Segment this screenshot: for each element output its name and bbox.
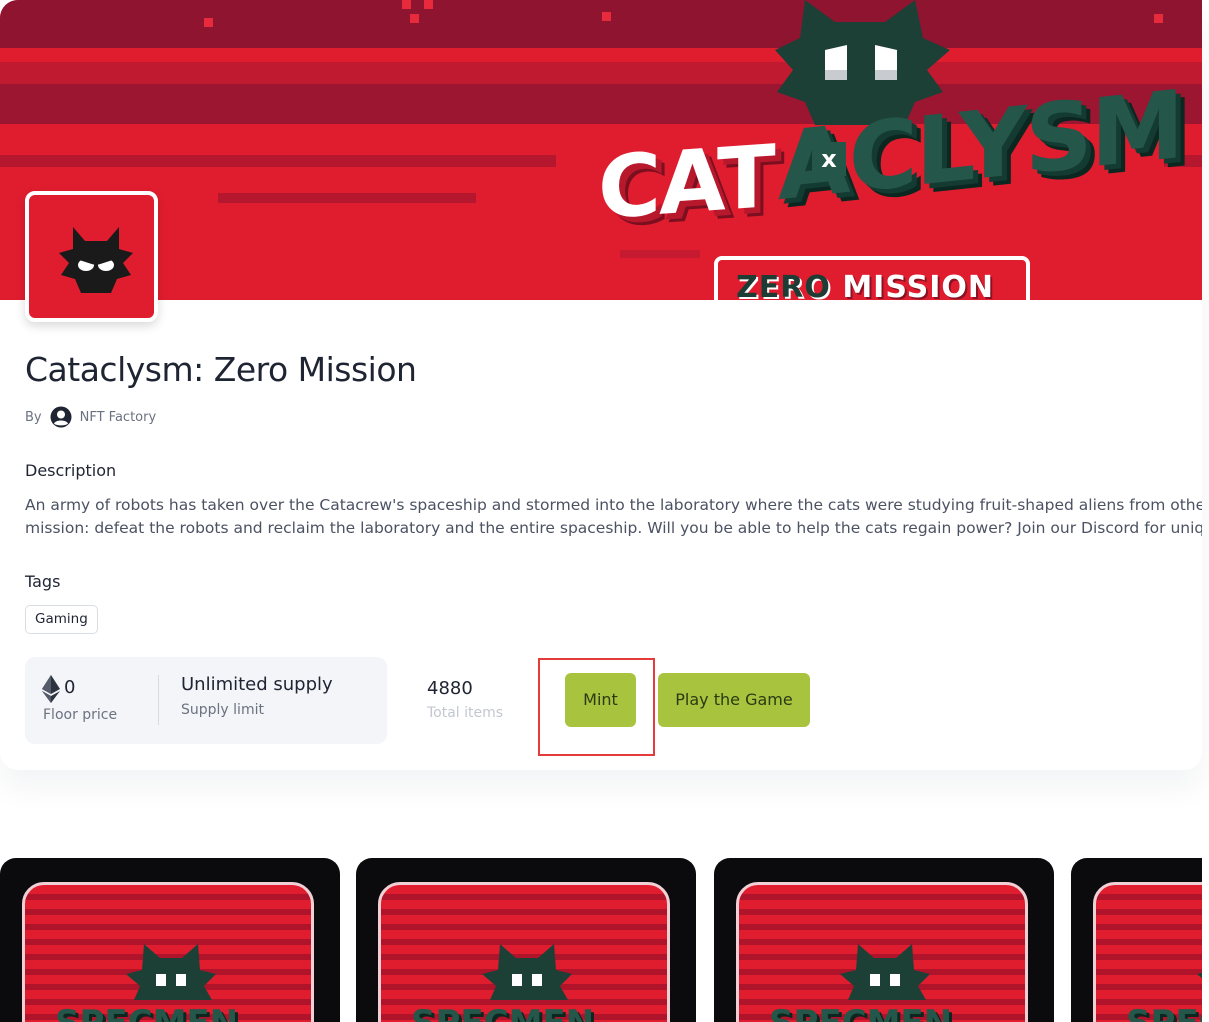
cat-mascot-icon [59,227,133,293]
mint-button[interactable]: Mint [565,673,636,727]
banner-pixel [424,0,433,9]
zero-mission-word2: MISSION [842,270,994,300]
play-game-button[interactable]: Play the Game [658,673,810,727]
nft-thumbnail-grid: SPECMEN SPECMEN SPECMEN [0,858,1202,1022]
supply-value: Unlimited supply [181,674,333,695]
total-items-label: Total items [427,705,504,721]
nft-thumbnail-image: SPECMEN [1093,882,1202,1022]
nft-thumbnail[interactable]: SPECMEN [0,858,340,1022]
page-title: Cataclysm: Zero Mission [25,350,417,389]
creator-link[interactable]: NFT Factory [80,410,157,425]
description-line: mission: defeat the robots and reclaim t… [25,519,1202,537]
banner-pixel [204,18,213,27]
nft-thumbnail[interactable]: SPECMEN [1071,858,1202,1022]
collection-logo: CAT ACLYSM x [598,71,1182,240]
banner-pixel [1154,14,1163,23]
nft-thumbnail[interactable]: SPECMEN [714,858,1054,1022]
by-label: By [25,409,42,425]
zero-mission-word1: ZERO [736,270,831,300]
banner-band [0,48,1202,62]
collection-banner: CAT ACLYSM x ZERO MISSION [0,0,1202,300]
nft-thumbnail-label: SPECMEN [55,1003,238,1022]
ethereum-icon [42,675,60,703]
floor-price-label: Floor price [43,707,118,723]
banner-pixel [602,12,611,21]
stats-divider [158,675,159,725]
nft-thumbnail[interactable]: SPECMEN [356,858,696,1022]
nft-thumbnail-image: SPECMEN [736,882,1028,1022]
logo-cat-text: CAT [598,126,774,240]
description-line: An army of robots has taken over the Cat… [25,496,1202,514]
banner-stripe [218,193,476,203]
cat-mascot-icon [126,944,216,1000]
cat-mascot-icon [840,944,930,1000]
tags-heading: Tags [25,572,61,591]
collection-avatar [25,191,158,322]
cat-mascot-icon [1197,972,1202,979]
nft-thumbnail-image: SPECMEN [22,882,314,1022]
cat-mascot-icon [482,944,572,1000]
logo-x-mark: x [812,142,846,176]
zero-mission-badge: ZERO MISSION [714,256,1030,300]
user-circle-icon[interactable] [50,406,72,428]
banner-band [0,62,1202,84]
tag-gaming[interactable]: Gaming [25,605,98,634]
description-heading: Description [25,461,117,480]
collection-card: CAT ACLYSM x ZERO MISSION Cataclysm: Zer… [0,0,1202,770]
floor-price-value: 0 [64,677,76,698]
creator-byline: By NFT Factory [25,406,156,428]
banner-pixel [402,0,411,9]
supply-label: Supply limit [181,702,264,718]
nft-thumbnail-label: SPECMEN [1126,1003,1202,1022]
nft-thumbnail-label: SPECMEN [411,1003,594,1022]
banner-stripe [0,155,556,167]
nft-thumbnail-image: SPECMEN [378,882,670,1022]
nft-thumbnail-label: SPECMEN [769,1003,952,1022]
banner-stripe [620,250,700,258]
banner-band-top [0,0,1202,48]
banner-pixel [410,14,419,23]
total-items-value: 4880 [427,678,473,699]
description-text: An army of robots has taken over the Cat… [25,494,1202,540]
stats-panel: 0 Floor price Unlimited supply Supply li… [25,657,387,744]
